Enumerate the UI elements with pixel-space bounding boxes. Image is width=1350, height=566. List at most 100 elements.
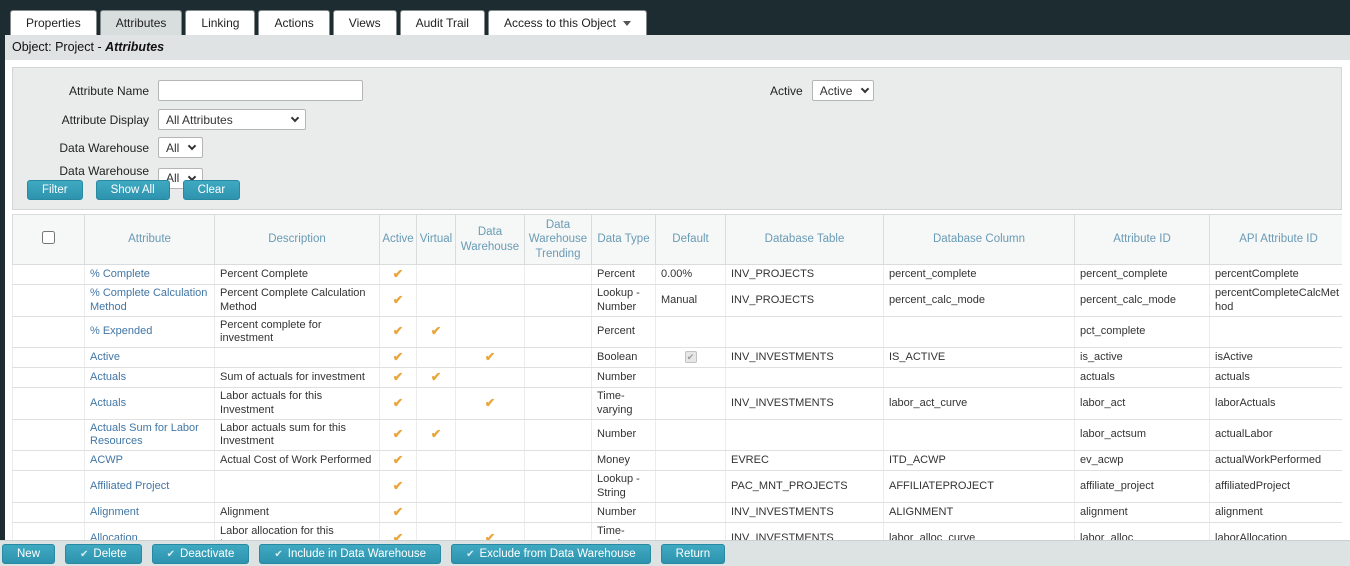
attribute-id-cell: percent_calc_mode xyxy=(1075,285,1210,316)
chevron-down-icon xyxy=(861,85,869,93)
data-warehouse-cell xyxy=(456,265,525,285)
attribute-link[interactable]: ACWP xyxy=(90,454,123,466)
delete-button[interactable]: ✔Delete xyxy=(65,544,142,564)
active-filter-select[interactable]: Active xyxy=(812,80,874,101)
tab-linking[interactable]: Linking xyxy=(185,10,255,35)
data-warehouse-cell xyxy=(456,316,525,347)
database-table-cell xyxy=(726,368,884,388)
database-table-cell xyxy=(726,316,884,347)
exclude-from-data-warehouse-button[interactable]: ✔Exclude from Data Warehouse xyxy=(451,544,651,564)
row-select-cell xyxy=(13,348,85,368)
database-column-cell: AFFILIATEPROJECT xyxy=(884,471,1075,502)
tab-access-to-this-object[interactable]: Access to this Object xyxy=(488,10,647,35)
default-cell: Manual xyxy=(656,285,726,316)
active-cell: ✔ xyxy=(380,522,417,540)
attribute-link[interactable]: Affiliated Project xyxy=(90,480,169,492)
attribute-id-cell: ev_acwp xyxy=(1075,451,1210,471)
column-header-data-warehouse-trending[interactable]: Data Warehouse Trending xyxy=(525,215,592,265)
object-title: Object: Project - xyxy=(12,40,102,54)
attribute-cell: Affiliated Project xyxy=(85,471,215,502)
new-button[interactable]: New xyxy=(2,544,55,564)
column-header-data-warehouse[interactable]: Data Warehouse xyxy=(456,215,525,265)
tab-attributes[interactable]: Attributes xyxy=(100,10,183,35)
data-warehouse-cell: ✔ xyxy=(456,348,525,368)
description-cell: Actual Cost of Work Performed xyxy=(215,451,380,471)
data-warehouse-cell xyxy=(456,451,525,471)
attribute-link[interactable]: Alignment xyxy=(90,506,139,518)
attribute-link[interactable]: Actuals xyxy=(90,371,126,383)
description-cell: Percent Complete Calculation Method xyxy=(215,285,380,316)
table-body: % CompletePercent Complete✔Percent0.00%I… xyxy=(13,265,1343,540)
check-icon: ✔ xyxy=(485,396,495,410)
database-column-cell: percent_complete xyxy=(884,265,1075,285)
column-header-active[interactable]: Active xyxy=(380,215,417,265)
attribute-link[interactable]: Allocation xyxy=(90,532,138,540)
disabled-checked-checkbox: ✔ xyxy=(685,351,697,363)
column-header-data-type[interactable]: Data Type xyxy=(592,215,656,265)
database-column-cell: ITD_ACWP xyxy=(884,451,1075,471)
attribute-link[interactable]: Actuals xyxy=(90,397,126,409)
include-in-data-warehouse-button[interactable]: ✔ Include in Data Warehouse xyxy=(259,544,441,564)
data-warehouse-select[interactable]: All xyxy=(158,137,203,158)
tab-properties[interactable]: Properties xyxy=(10,10,97,35)
tab-audit-trail[interactable]: Audit Trail xyxy=(400,10,485,35)
attributes-table: AttributeDescriptionActiveVirtualData Wa… xyxy=(12,214,1342,540)
api-attribute-id-cell: actualLabor xyxy=(1210,419,1343,450)
attribute-link[interactable]: Active xyxy=(90,351,120,363)
select-all-checkbox[interactable] xyxy=(42,231,55,244)
tab-actions[interactable]: Actions xyxy=(258,10,329,35)
check-icon: ✔ xyxy=(393,396,403,410)
virtual-cell xyxy=(417,285,456,316)
return-button[interactable]: Return xyxy=(661,544,726,564)
clear-button[interactable]: Clear xyxy=(183,180,240,200)
column-header-api-attribute-id[interactable]: API Attribute ID xyxy=(1210,215,1343,265)
active-cell: ✔ xyxy=(380,419,417,450)
database-table-cell: INV_INVESTMENTS xyxy=(726,502,884,522)
description-cell: Labor actuals for this Investment xyxy=(215,388,380,419)
attribute-link[interactable]: % Complete xyxy=(90,268,150,280)
default-cell xyxy=(656,368,726,388)
column-header-database-table[interactable]: Database Table xyxy=(726,215,884,265)
database-column-cell xyxy=(884,368,1075,388)
deactivate-button[interactable]: ✔Deactivate xyxy=(152,544,250,564)
button-label: Include in Data Warehouse xyxy=(288,548,426,560)
column-header-description[interactable]: Description xyxy=(215,215,380,265)
database-column-cell xyxy=(884,316,1075,347)
chevron-down-icon xyxy=(188,142,196,150)
column-header-virtual[interactable]: Virtual xyxy=(417,215,456,265)
column-header-attribute[interactable]: Attribute xyxy=(85,215,215,265)
table-row: ACWPActual Cost of Work Performed✔MoneyE… xyxy=(13,451,1343,471)
footer-toolbar: New ✔Delete ✔Deactivate ✔ Include in Data Wa… xyxy=(0,540,1350,566)
active-cell: ✔ xyxy=(380,368,417,388)
check-icon: ✔ xyxy=(431,427,441,441)
attribute-link[interactable]: Actuals Sum for Labor Resources xyxy=(90,422,199,447)
dw-trending-cell xyxy=(525,522,592,540)
database-table-cell: INV_PROJECTS xyxy=(726,265,884,285)
clear-button-label: Clear xyxy=(198,184,225,196)
api-attribute-id-cell: laborAllocation xyxy=(1210,522,1343,540)
attribute-name-input[interactable] xyxy=(158,80,363,101)
api-attribute-id-cell: percentComplete xyxy=(1210,265,1343,285)
virtual-cell xyxy=(417,388,456,419)
database-column-cell: labor_alloc_curve xyxy=(884,522,1075,540)
show-all-button[interactable]: Show All xyxy=(96,180,170,200)
check-icon: ✔ xyxy=(274,549,282,560)
attribute-link[interactable]: % Complete Calculation Method xyxy=(90,287,207,312)
description-cell: Labor actuals sum for this Investment xyxy=(215,419,380,450)
filter-button[interactable]: Filter xyxy=(27,180,83,200)
tab-label: Access to this Object xyxy=(504,16,616,30)
api-attribute-id-cell: affiliatedProject xyxy=(1210,471,1343,502)
select-all-header-cell xyxy=(13,215,85,265)
virtual-cell xyxy=(417,451,456,471)
column-header-database-column[interactable]: Database Column xyxy=(884,215,1075,265)
attribute-link[interactable]: % Expended xyxy=(90,325,152,337)
tab-label: Views xyxy=(349,16,381,30)
column-header-attribute-id[interactable]: Attribute ID xyxy=(1075,215,1210,265)
column-header-default[interactable]: Default xyxy=(656,215,726,265)
virtual-cell: ✔ xyxy=(417,368,456,388)
attribute-display-select[interactable]: All Attributes xyxy=(158,109,306,130)
api-attribute-id-cell: actuals xyxy=(1210,368,1343,388)
tab-views[interactable]: Views xyxy=(333,10,397,35)
filter-button-label: Filter xyxy=(42,184,68,196)
check-icon: ✔ xyxy=(466,549,474,560)
